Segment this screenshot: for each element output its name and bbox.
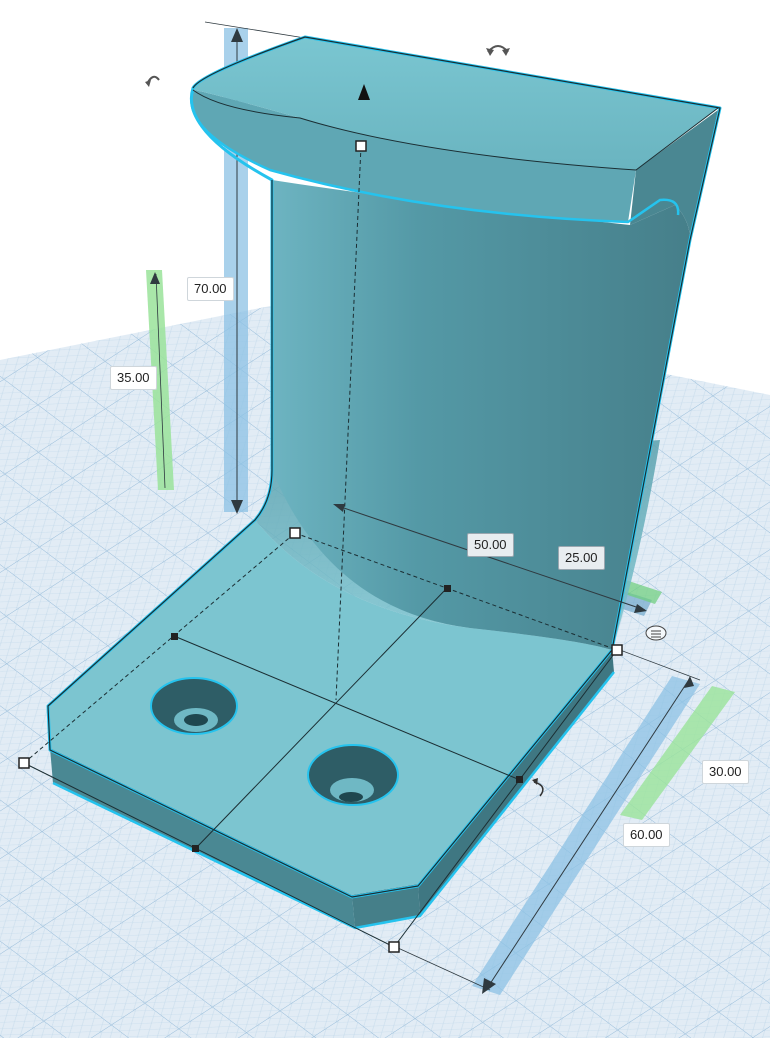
- rotate-arrow-icon[interactable]: [145, 75, 160, 87]
- snap-grid-icon[interactable]: [645, 625, 667, 641]
- handle-side-right[interactable]: [516, 776, 523, 783]
- handle-corner-back-right[interactable]: [611, 644, 623, 656]
- workplane-scene[interactable]: [0, 0, 770, 1038]
- length-offset-input[interactable]: 30.00: [702, 760, 749, 784]
- handle-top-center[interactable]: [355, 140, 367, 152]
- length-input[interactable]: 60.00: [623, 823, 670, 847]
- width-offset-input[interactable]: 25.00: [558, 546, 605, 570]
- rotate-arrow-icon[interactable]: [486, 45, 510, 56]
- countersunk-hole-right[interactable]: [307, 744, 399, 806]
- width-input[interactable]: 50.00: [467, 533, 514, 557]
- handle-side-back[interactable]: [444, 585, 451, 592]
- height-total-input[interactable]: 70.00: [187, 277, 234, 301]
- 3d-workplane-viewport[interactable]: 70.00 35.00 50.00 25.00 30.00 60.00: [0, 0, 770, 1038]
- handle-corner-front-right[interactable]: [388, 941, 400, 953]
- handle-corner-front-left[interactable]: [18, 757, 30, 769]
- height-extension-top: [204, 21, 306, 39]
- handle-side-left[interactable]: [171, 633, 178, 640]
- handle-corner-back-left[interactable]: [289, 527, 301, 539]
- countersunk-hole-left[interactable]: [150, 677, 238, 735]
- handle-side-front[interactable]: [192, 845, 199, 852]
- elevation-input[interactable]: 35.00: [110, 366, 157, 390]
